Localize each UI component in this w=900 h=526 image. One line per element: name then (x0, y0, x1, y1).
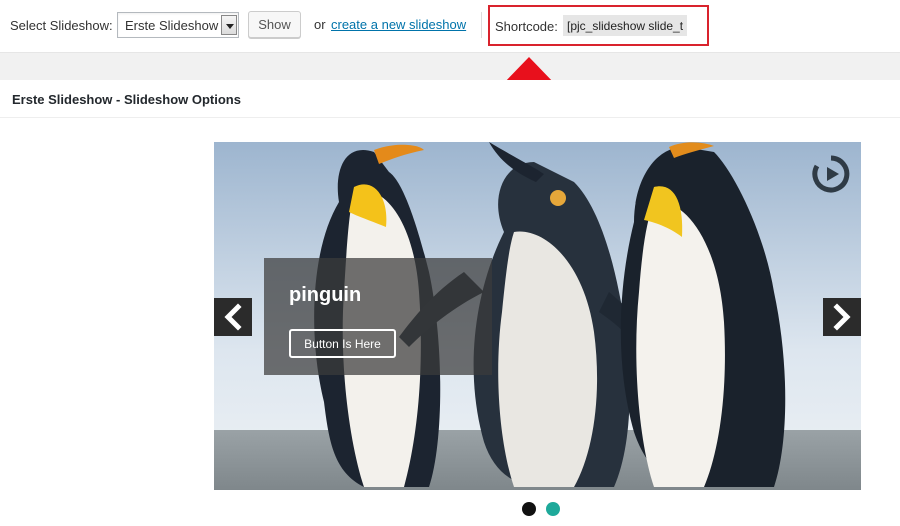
chevron-right-icon (833, 303, 851, 331)
chevron-down-icon[interactable] (221, 15, 237, 35)
options-separator-bar (0, 52, 900, 80)
slide-caption-title: pinguin (289, 284, 362, 306)
select-slideshow-label: Select Slideshow: (10, 18, 113, 33)
slideshow-preview[interactable]: pinguin Button Is Here (214, 142, 861, 490)
slider-next-button[interactable] (823, 298, 861, 336)
pagination-dot[interactable] (546, 502, 560, 516)
chevron-left-icon (224, 303, 242, 331)
slideshow-options-header: Erste Slideshow - Slideshow Options (0, 80, 900, 118)
shortcode-label: Shortcode: (495, 19, 558, 34)
page-title: Erste Slideshow - Slideshow Options (12, 92, 241, 107)
or-text: or (314, 17, 326, 32)
show-button[interactable]: Show (248, 11, 301, 38)
create-slideshow-link[interactable]: create a new slideshow (331, 17, 466, 32)
slide-caption: pinguin Button Is Here (264, 258, 492, 375)
slide-caption-button[interactable]: Button Is Here (289, 329, 396, 358)
slideshow-toolbar: Select Slideshow: Erste Slideshow Show o… (0, 0, 900, 52)
toolbar-divider (481, 12, 482, 38)
slider-prev-button[interactable] (214, 298, 252, 336)
slideshow-select-value: Erste Slideshow (125, 18, 219, 33)
shortcode-value[interactable]: [pjc_slideshow slide_t (563, 15, 687, 36)
pagination-dot[interactable] (522, 502, 536, 516)
slideshow-select[interactable]: Erste Slideshow (117, 12, 239, 38)
play-circle-icon[interactable] (811, 154, 851, 194)
slider-pagination (522, 502, 582, 518)
shortcode-highlight: Shortcode: [pjc_slideshow slide_t (488, 5, 709, 46)
